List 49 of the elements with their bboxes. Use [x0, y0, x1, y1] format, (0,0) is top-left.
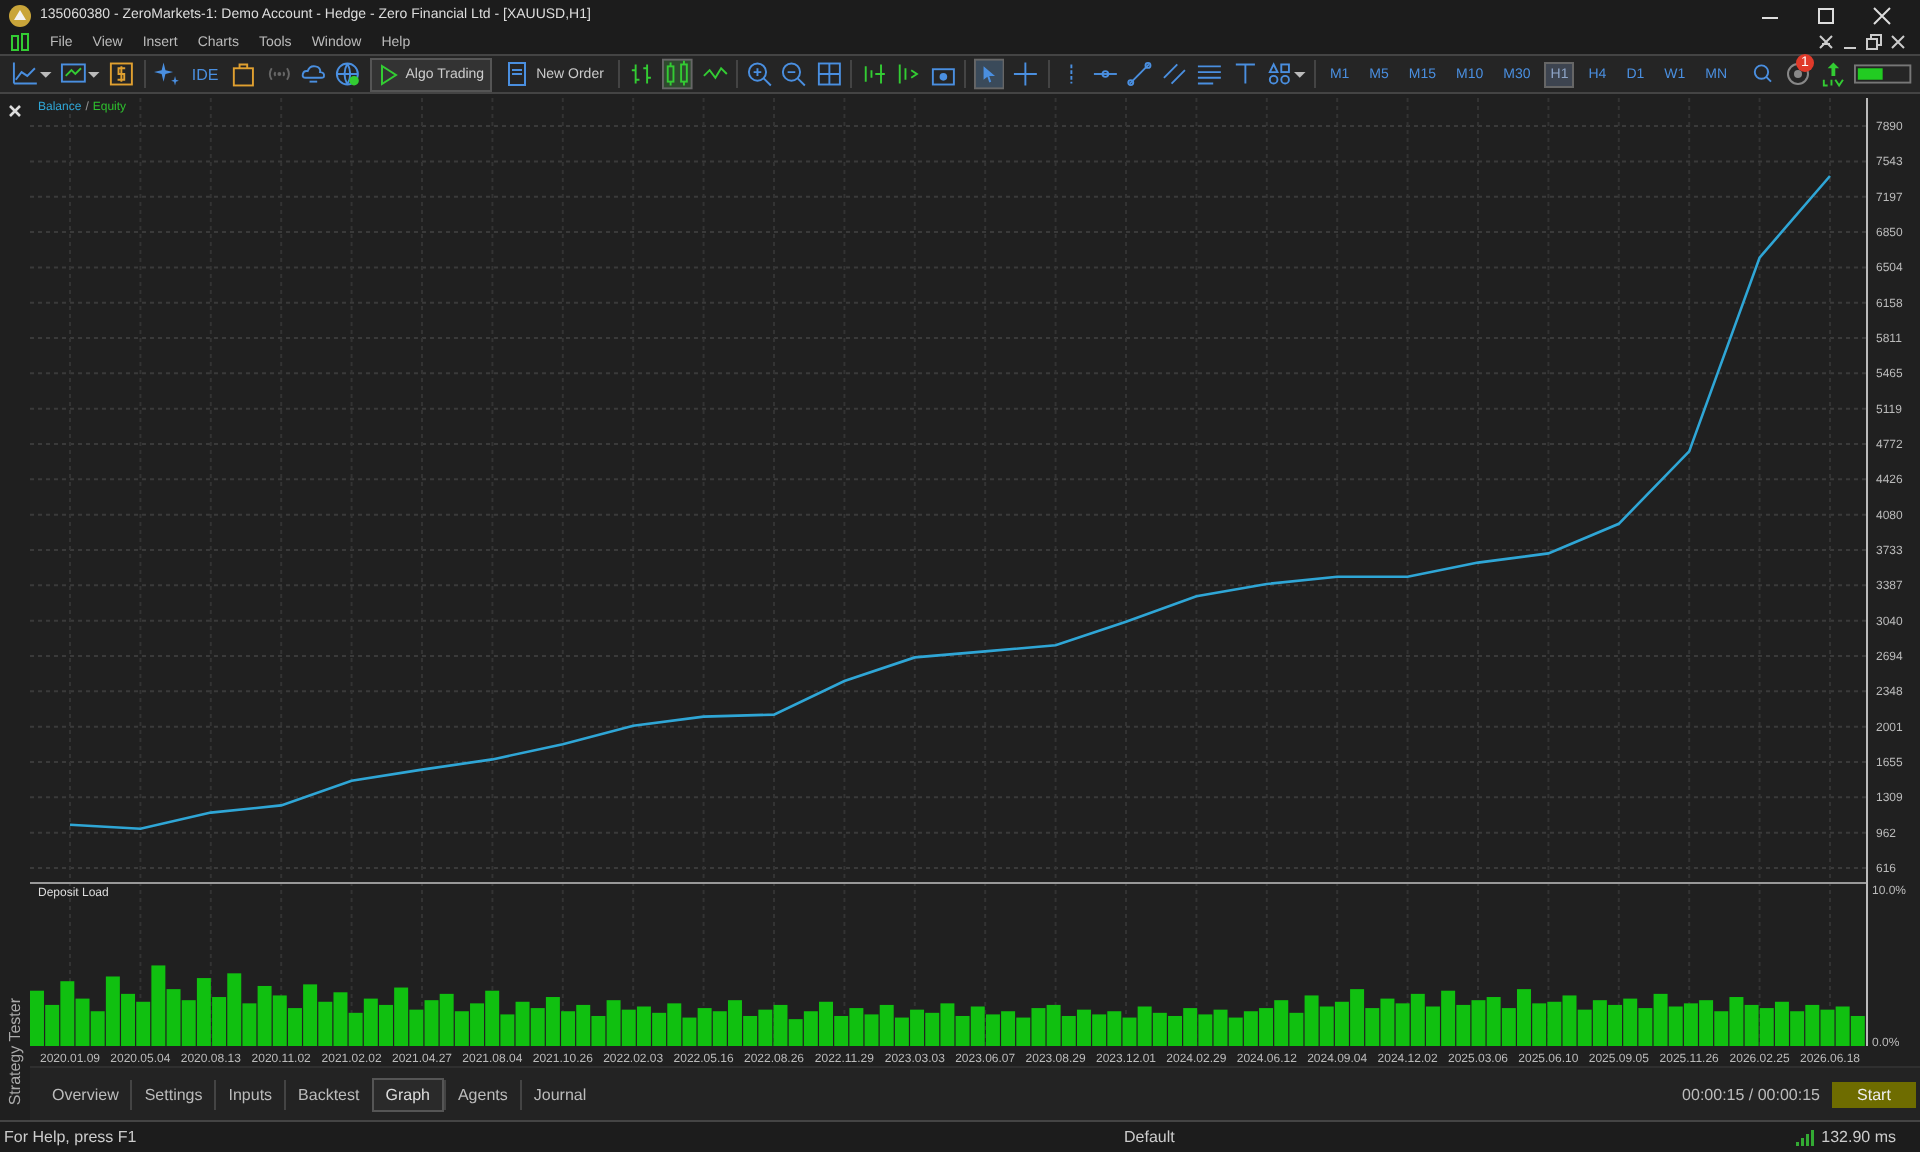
caret-icon[interactable]: [40, 68, 53, 81]
document-icon: [506, 62, 529, 87]
elapsed-time: 00:00:15 / 00:00:15: [1682, 1085, 1820, 1104]
zoom-in-icon[interactable]: [745, 60, 773, 89]
bell-icon[interactable]: [1783, 60, 1812, 89]
bag-icon[interactable]: [230, 60, 258, 89]
scroll-icon[interactable]: [859, 60, 887, 89]
cloud-icon[interactable]: [300, 60, 327, 89]
channel-icon[interactable]: [1161, 60, 1189, 89]
tab[interactable]: Graph: [371, 1077, 444, 1112]
chart-icon: [10, 32, 30, 53]
start-button[interactable]: Start: [1832, 1081, 1916, 1108]
profile-label: Default: [1124, 1128, 1175, 1147]
caret-icon[interactable]: [1294, 68, 1306, 81]
crosshair-icon[interactable]: [1012, 60, 1040, 89]
grid-icon[interactable]: [815, 60, 842, 89]
line-chart-icon[interactable]: [12, 60, 39, 89]
tab[interactable]: Inputs: [214, 1079, 285, 1110]
monitor-icon[interactable]: [60, 60, 87, 89]
panel-tab[interactable]: Strategy Tester: [6, 997, 24, 1105]
play-icon: [377, 63, 398, 86]
candlestick-icon[interactable]: [662, 58, 694, 91]
close-icon[interactable]: [8, 104, 22, 119]
bar-chart-icon[interactable]: [627, 60, 655, 89]
tab[interactable]: Overview: [40, 1079, 131, 1110]
app-icon: [8, 3, 32, 28]
shift-icon[interactable]: [894, 60, 922, 89]
cursor-icon[interactable]: [974, 58, 1005, 91]
close-icon[interactable]: [1872, 5, 1892, 26]
ping-label: 132.90 ms: [1821, 1128, 1896, 1147]
globe-icon[interactable]: [334, 60, 362, 89]
signal-bars-icon: [1795, 1129, 1814, 1146]
dollar-icon[interactable]: [108, 60, 136, 89]
tab[interactable]: Settings: [130, 1079, 215, 1110]
ide-button[interactable]: IDE: [187, 65, 223, 84]
close-icon[interactable]: [1888, 32, 1908, 53]
status-text: For Help, press F1: [4, 1128, 139, 1147]
sparkle-icon[interactable]: [153, 60, 180, 89]
text-icon[interactable]: [1231, 60, 1258, 89]
zoom-out-icon[interactable]: [780, 60, 808, 89]
restore-icon[interactable]: [1864, 32, 1884, 53]
maximize-icon[interactable]: [1816, 5, 1836, 26]
battery-icon: [1854, 64, 1912, 85]
fibonacci-icon[interactable]: [1196, 60, 1223, 89]
shapes-icon[interactable]: [1265, 60, 1293, 89]
trend-line-icon[interactable]: [1126, 60, 1154, 89]
caret-icon[interactable]: [88, 68, 101, 81]
tab[interactable]: Journal: [519, 1079, 599, 1110]
tab[interactable]: Agents: [443, 1079, 520, 1110]
